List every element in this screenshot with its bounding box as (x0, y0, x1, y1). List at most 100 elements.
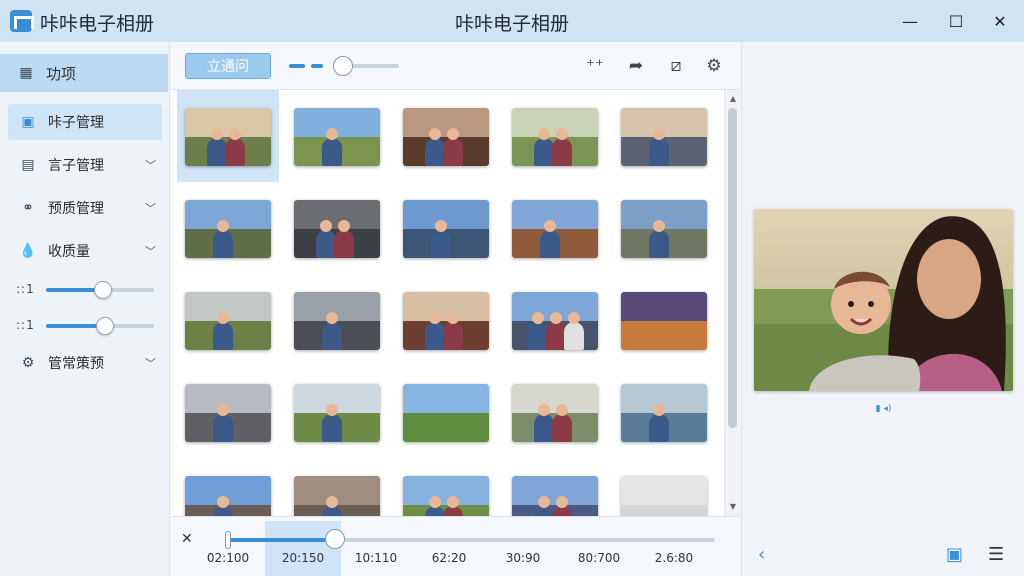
toolbar: 立通问 ⁺⁺ ➦ ⧄ ⚙ (171, 42, 740, 90)
sidebar-item-folder[interactable]: ▤ 言子管理 ﹀ (8, 147, 162, 183)
photo-sky (621, 292, 707, 321)
timeline-start-handle[interactable] (225, 531, 231, 549)
photo-image (512, 108, 598, 166)
photo-person (649, 138, 669, 166)
photo-person-head (429, 312, 441, 324)
timeline-track[interactable] (227, 538, 715, 542)
photo-image (294, 384, 380, 442)
scroll-down-icon[interactable]: ▼ (725, 500, 741, 514)
photo-thumbnail[interactable] (613, 182, 715, 274)
photo-person (564, 322, 584, 350)
preview-panel: ▮ ◂) ‹ ▣ ☰ (741, 42, 1024, 576)
photo-person-head (556, 128, 568, 140)
photo-thumbnail[interactable] (395, 274, 497, 366)
scroll-thumb[interactable] (728, 108, 737, 428)
photo-thumbnail[interactable] (504, 458, 606, 516)
photo-person (534, 138, 554, 166)
photo-image (185, 476, 271, 516)
photo-thumbnail[interactable] (286, 90, 388, 182)
photo-sky (403, 476, 489, 505)
slider-track[interactable] (46, 317, 154, 335)
sidebar-slider-2[interactable]: ::1 (16, 316, 156, 336)
primary-button[interactable]: 立通问 (185, 53, 271, 79)
list-icon[interactable]: ☰ (988, 544, 1004, 565)
photo-image (294, 108, 380, 166)
timeline-label[interactable]: 2.6:80 (639, 551, 709, 565)
photo-person-head (447, 496, 459, 508)
photo-person-head (326, 496, 338, 508)
chevron-down-icon: ﹀ (145, 357, 156, 370)
timeline-label[interactable]: 62:20 (414, 551, 484, 565)
photo-thumbnail[interactable] (286, 458, 388, 516)
sparkle-add-icon[interactable]: ⁺⁺ (584, 55, 606, 77)
photo-thumbnail[interactable] (177, 458, 279, 516)
drop-icon: 💧 (19, 243, 37, 259)
photo-thumbnail[interactable] (177, 366, 279, 458)
photo-person-head (320, 220, 332, 232)
album-icon: ▣ (21, 114, 35, 130)
photo-thumbnail[interactable] (177, 274, 279, 366)
close-button[interactable]: ✕ (980, 6, 1020, 36)
sidebar-header[interactable]: ▦ 功项 (0, 54, 168, 92)
photo-thumbnail[interactable] (177, 182, 279, 274)
sidebar-item-nodes[interactable]: ⚭ 预质管理 ﹀ (8, 190, 162, 226)
photo-thumbnail[interactable] (504, 182, 606, 274)
share-icon[interactable]: ➦ (625, 55, 647, 77)
slider-track[interactable] (46, 281, 154, 299)
slider-thumb[interactable] (96, 317, 114, 335)
photo-thumbnail[interactable] (395, 90, 497, 182)
photo-thumbnail[interactable] (504, 274, 606, 366)
photo-person (649, 230, 669, 258)
slideshow-icon[interactable]: ▣ (946, 544, 963, 565)
timeline-label[interactable]: 20:150 (268, 551, 338, 565)
photo-thumbnail[interactable] (395, 182, 497, 274)
photo-person (431, 230, 451, 258)
photo-thumbnail[interactable] (504, 366, 606, 458)
photo-thumbnail[interactable] (286, 366, 388, 458)
scroll-up-icon[interactable]: ▲ (725, 92, 741, 106)
timeline-thumb[interactable] (325, 529, 345, 549)
photo-thumbnail[interactable] (286, 274, 388, 366)
timeline: ✕ 02:100 20:150 10:110 62:20 30:90 80:70… (171, 516, 740, 576)
timeline-label[interactable]: 10:110 (341, 551, 411, 565)
photo-thumbnail[interactable] (613, 366, 715, 458)
zoom-slider[interactable] (289, 56, 399, 76)
photo-thumbnail[interactable] (286, 182, 388, 274)
photo-image (512, 200, 598, 258)
maximize-button[interactable]: ☐ (936, 6, 976, 36)
sidebar-item-album[interactable]: ▣ 咔子管理 (8, 104, 162, 140)
photo-thumbnail[interactable] (395, 366, 497, 458)
edit-frame-icon[interactable]: ⧄ (665, 55, 687, 77)
close-icon[interactable]: ✕ (181, 531, 193, 547)
settings-icon[interactable]: ⚙ (703, 55, 725, 77)
photo-person (443, 322, 463, 350)
minimize-button[interactable]: — (890, 6, 930, 36)
back-icon[interactable]: ‹ (758, 544, 765, 565)
photo-person (213, 322, 233, 350)
photo-person-head (338, 220, 350, 232)
photo-thumbnail[interactable] (613, 274, 715, 366)
photo-thumbnail[interactable] (613, 458, 715, 516)
grid-icon: ▦ (19, 65, 33, 81)
slider-thumb[interactable] (94, 281, 112, 299)
photo-thumbnail[interactable] (613, 90, 715, 182)
sidebar-item-drop[interactable]: 💧 收质量 ﹀ (8, 233, 162, 269)
photo-ground (403, 413, 489, 442)
photo-sky (512, 108, 598, 137)
photo-image (403, 108, 489, 166)
photo-image (294, 476, 380, 516)
zoom-thumb[interactable] (333, 56, 353, 76)
gallery-scrollbar[interactable]: ▲ ▼ (724, 90, 740, 516)
photo-person-head (538, 496, 550, 508)
photo-thumbnail[interactable] (177, 90, 279, 182)
photo-thumbnail[interactable] (504, 90, 606, 182)
timeline-label[interactable]: 02:100 (193, 551, 263, 565)
photo-thumbnail[interactable] (395, 458, 497, 516)
preview-photo[interactable] (754, 209, 1013, 391)
sidebar-slider-1[interactable]: ::1 (16, 280, 156, 300)
photo-image (185, 200, 271, 258)
timeline-label[interactable]: 80:700 (564, 551, 634, 565)
timeline-label[interactable]: 30:90 (488, 551, 558, 565)
sidebar-item-settings[interactable]: ⚙ 管常策预 ﹀ (8, 345, 162, 381)
zoom-fill (289, 64, 305, 68)
